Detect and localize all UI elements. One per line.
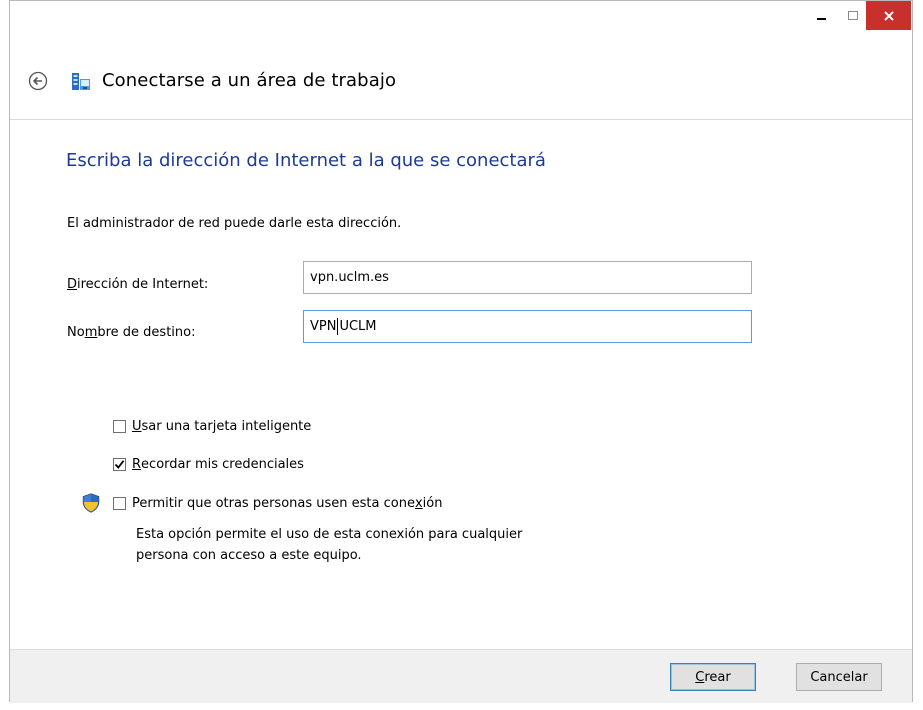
cancel-button[interactable]: Cancelar [796, 663, 882, 691]
description-line-1: Esta opción permite el uso de esta conex… [136, 527, 523, 542]
page-heading: Escriba la dirección de Internet a la qu… [66, 150, 546, 171]
allow-label-part1: Permitir que otras personas usen esta co… [132, 496, 415, 511]
close-button[interactable] [866, 1, 911, 30]
destination-label-part1: No [67, 325, 85, 340]
uac-shield-icon [82, 493, 100, 513]
allow-others-checkbox[interactable] [113, 497, 126, 510]
create-button[interactable]: Crear [670, 663, 756, 691]
create-label: rear [704, 669, 731, 685]
destination-value-part2: UCLM [339, 319, 377, 334]
destination-name-label: Nombre de destino: [67, 325, 196, 340]
window-title: Conectarse a un área de trabajo [102, 70, 397, 91]
maximize-button[interactable] [839, 1, 866, 30]
dialog-window: Conectarse a un área de trabajo Escriba … [9, 0, 913, 703]
internet-address-input[interactable]: vpn.uclm.es [303, 261, 752, 294]
internet-address-value: vpn.uclm.es [310, 270, 389, 285]
checkmark-icon [114, 460, 125, 469]
minimize-icon [817, 17, 826, 20]
internet-address-accesskey: D [67, 277, 78, 292]
text-caret [337, 318, 339, 335]
close-icon [883, 10, 894, 21]
description-line-2: persona con acceso a este equipo. [136, 548, 362, 563]
destination-label-part2: bre de destino: [97, 325, 196, 340]
remember-credentials-checkbox[interactable] [113, 458, 126, 471]
button-bar: Crear Cancelar [10, 649, 912, 703]
info-text: El administrador de red puede darle esta… [67, 216, 402, 231]
remember-label: ecordar mis credenciales [141, 457, 304, 472]
remember-credentials-option[interactable]: Recordar mis credenciales [113, 457, 304, 472]
allow-others-option[interactable]: Permitir que otras personas usen esta co… [113, 496, 442, 511]
internet-address-label-text: irección de Internet: [77, 277, 209, 292]
smartcard-option[interactable]: Usar una tarjeta inteligente [113, 419, 311, 434]
dialog-header: Conectarse a un área de trabajo [10, 61, 912, 101]
destination-name-input[interactable]: VPN UCLM [303, 310, 752, 343]
smartcard-checkbox[interactable] [113, 420, 126, 433]
main-content: Escriba la dirección de Internet a la qu… [10, 119, 912, 650]
destination-accesskey: m [84, 325, 98, 340]
back-arrow-icon [28, 71, 48, 91]
allow-others-description: Esta opción permite el uso de esta conex… [136, 524, 656, 566]
internet-address-label: Dirección de Internet: [67, 277, 208, 292]
allow-accesskey: x [414, 496, 423, 511]
title-bar [10, 1, 912, 49]
create-accesskey: C [695, 669, 705, 685]
smartcard-label: sar una tarjeta inteligente [141, 419, 312, 434]
workplace-network-icon [72, 73, 90, 90]
destination-value-part1: VPN [310, 319, 337, 334]
maximize-icon [847, 10, 858, 20]
minimize-button[interactable] [805, 1, 839, 30]
back-button[interactable] [28, 71, 48, 91]
smartcard-accesskey: U [132, 419, 142, 434]
allow-label-part2: ión [422, 496, 443, 511]
remember-accesskey: R [132, 457, 142, 472]
